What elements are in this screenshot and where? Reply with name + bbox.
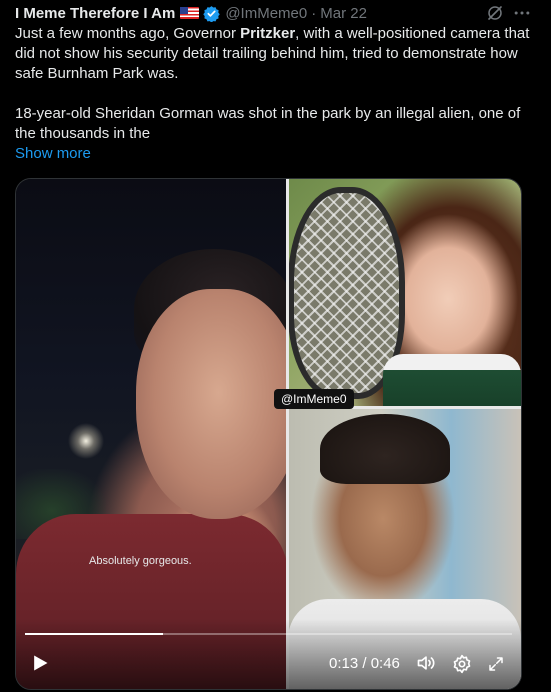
video-player[interactable]: Absolutely gorgeous. @ImMeme0 0:13 / 0:4… <box>15 178 522 690</box>
tweet-text-part1: Just a few months ago, Governor <box>15 25 241 42</box>
more-icon[interactable] <box>512 3 532 23</box>
video-top-right-pane <box>288 179 521 407</box>
fullscreen-icon[interactable] <box>487 655 505 673</box>
video-watermark: @ImMeme0 <box>274 389 354 409</box>
play-icon[interactable] <box>30 653 50 673</box>
controls-overlay <box>16 619 521 689</box>
tweet-header: I Meme Therefore I Am @ImMeme0 · Mar 22 <box>15 3 367 23</box>
verified-badge-icon <box>203 5 221 22</box>
video-subtitle: Absolutely gorgeous. <box>89 555 192 567</box>
tweet-paragraph-2: 18-year-old Sheridan Gorman was shot in … <box>15 105 521 142</box>
show-more-link[interactable]: Show more <box>15 144 540 164</box>
header-separator: · <box>311 4 317 22</box>
tweet[interactable]: I Meme Therefore I Am @ImMeme0 · Mar 22 … <box>0 0 551 692</box>
author-handle[interactable]: @ImMeme0 <box>225 5 307 22</box>
progress-fill <box>25 633 163 635</box>
tweet-date[interactable]: Mar 22 <box>320 5 367 22</box>
progress-bar[interactable] <box>25 633 512 635</box>
gear-icon[interactable] <box>452 654 472 674</box>
author-name[interactable]: I Meme Therefore I Am <box>15 5 175 22</box>
pane-divider-vertical <box>286 179 289 689</box>
volume-icon[interactable] <box>415 653 437 673</box>
man-hair-right <box>320 414 450 484</box>
grok-icon[interactable] <box>486 4 504 22</box>
us-flag-icon <box>180 7 200 19</box>
video-time: 0:13 / 0:46 <box>329 655 400 672</box>
tweet-text: Just a few months ago, Governor Pritzker… <box>15 24 540 164</box>
tweet-paragraph-1: Just a few months ago, Governor Pritzker… <box>15 24 540 84</box>
video-left-pane: Absolutely gorgeous. <box>16 179 301 689</box>
girl-shirt <box>383 354 521 407</box>
tweet-text-bold: Pritzker <box>240 25 296 42</box>
